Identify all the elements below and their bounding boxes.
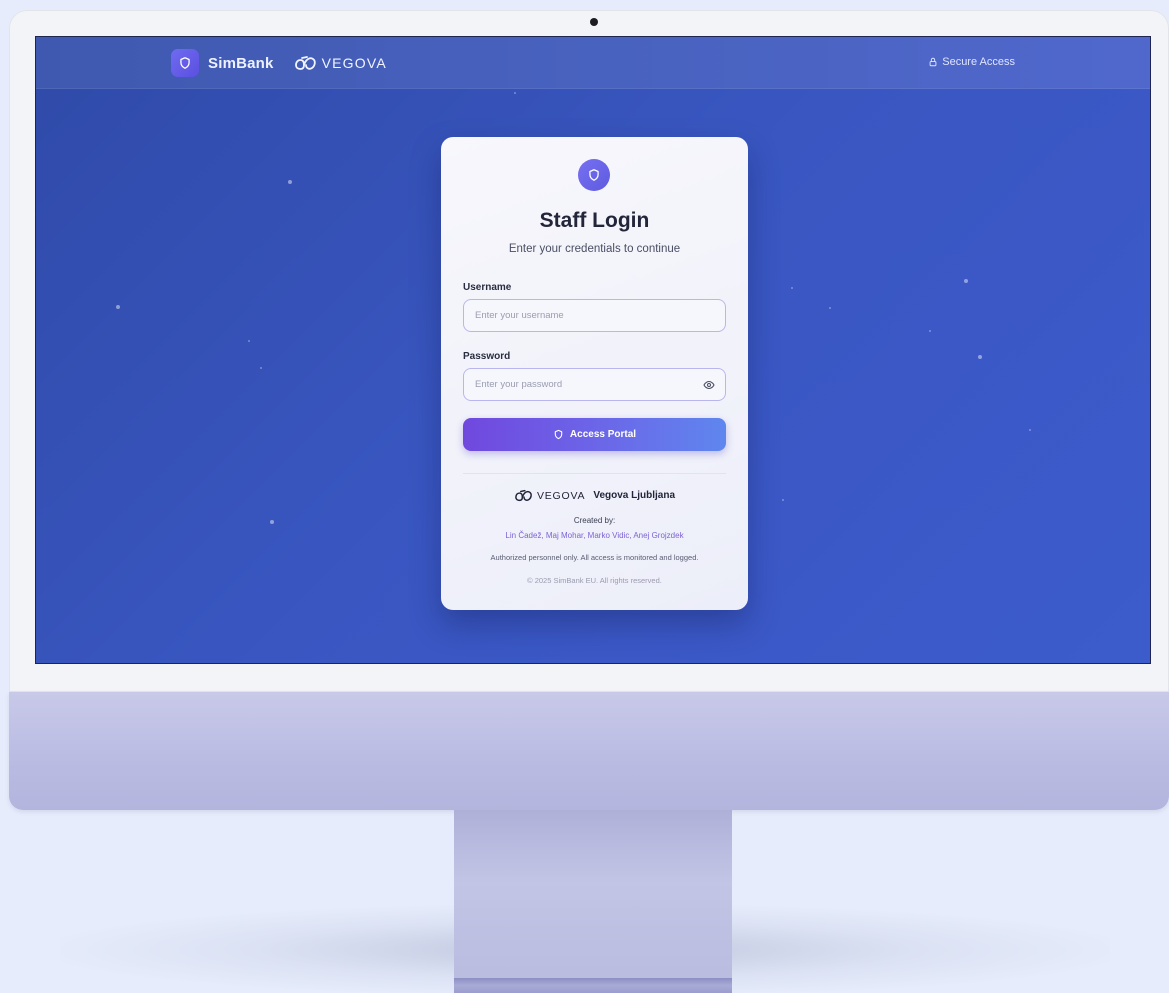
brand-name: SimBank xyxy=(208,54,274,72)
username-label: Username xyxy=(463,282,512,293)
username-placeholder: Enter your username xyxy=(475,310,564,321)
top-navbar: SimBank VEGOVA Secure Access xyxy=(36,37,1150,89)
secure-access-label: Secure Access xyxy=(942,56,1015,68)
copyright-text: © 2025 SimBank EU. All rights reserved. xyxy=(527,576,662,585)
star-dot xyxy=(270,520,274,524)
lock-icon xyxy=(929,57,937,67)
footer-brand: VEGOVA Vegova Ljubljana xyxy=(441,489,748,502)
authors-list[interactable]: Lin Čadež, Maj Mohar, Marko Vidic, Anej … xyxy=(441,531,748,540)
star-dot xyxy=(782,499,784,501)
vegova-logo-icon xyxy=(294,56,316,70)
star-dot xyxy=(1029,429,1031,431)
star-dot xyxy=(248,340,250,342)
monitor-stand xyxy=(454,810,732,993)
page-subtitle: Enter your credentials to continue xyxy=(508,243,681,255)
monitor-chin xyxy=(9,692,1169,810)
star-dot xyxy=(260,367,262,369)
brand-group[interactable]: SimBank VEGOVA xyxy=(171,49,387,77)
username-input[interactable]: Enter your username xyxy=(463,299,726,332)
camera-dot xyxy=(590,18,598,26)
password-label: Password xyxy=(463,351,511,362)
created-by-label: Created by: xyxy=(573,516,616,525)
partner-name: VEGOVA xyxy=(321,55,387,71)
star-dot xyxy=(978,355,982,359)
login-card: Staff Login Enter your credentials to co… xyxy=(441,137,748,610)
star-dot xyxy=(829,307,831,309)
password-placeholder: Enter your password xyxy=(475,379,563,390)
partner-logo: VEGOVA xyxy=(294,55,387,71)
star-dot xyxy=(791,287,793,289)
star-dot xyxy=(116,305,120,309)
star-dot xyxy=(514,92,516,94)
password-input[interactable]: Enter your password xyxy=(463,368,726,401)
footer-partner-logo-text: VEGOVA xyxy=(536,489,586,502)
access-portal-button[interactable]: Access Portal xyxy=(463,418,726,451)
secure-access-indicator: Secure Access xyxy=(928,56,1015,68)
access-portal-label: Access Portal xyxy=(569,429,637,440)
star-dot xyxy=(929,330,931,332)
monitor-stand-base xyxy=(454,978,732,993)
star-dot xyxy=(964,279,968,283)
footer-school-name: Vegova Ljubljana xyxy=(593,490,676,501)
screen: SimBank VEGOVA Secure Access Staff Login xyxy=(35,36,1151,664)
shield-icon xyxy=(554,429,563,440)
access-notice: Authorized personnel only. All access is… xyxy=(490,553,699,562)
divider xyxy=(463,473,726,474)
shield-icon xyxy=(171,49,199,77)
vegova-logo-icon xyxy=(515,489,532,502)
monitor-bezel: SimBank VEGOVA Secure Access Staff Login xyxy=(9,10,1169,692)
imac-monitor: SimBank VEGOVA Secure Access Staff Login xyxy=(9,10,1169,810)
shield-icon xyxy=(578,159,610,191)
page-title: Staff Login xyxy=(539,209,650,232)
eye-icon[interactable] xyxy=(703,379,715,394)
star-dot xyxy=(288,180,292,184)
